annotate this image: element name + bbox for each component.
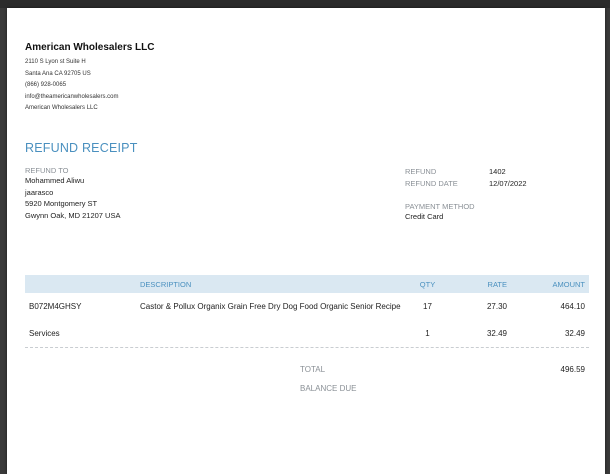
company-phone: (866) 928-0065 [25, 82, 67, 88]
line-items-table: DESCRIPTION QTY RATE AMOUNT B072M4GHSY C… [25, 275, 589, 348]
total-value: 496.59 [560, 365, 585, 374]
refund-meta: REFUND 1402 REFUND DATE 12/07/2022 [405, 166, 527, 189]
payment-method: Credit Card [405, 212, 444, 221]
customer-company: jaarasco [25, 187, 54, 197]
row-code: B072M4GHSY [29, 302, 82, 311]
company-address-line2: Santa Ana CA 92705 US [25, 70, 91, 77]
company-email: info@theamericanwholesalers.com [25, 93, 119, 100]
row-amount: 32.49 [564, 329, 585, 338]
company-address-line1: 2110 S Lyon st Suite H [25, 59, 86, 65]
table-row: B072M4GHSY Castor & Pollux Organix Grain… [25, 302, 589, 329]
receipt-page: American Wholesalers LLC 2110 S Lyon st … [7, 8, 605, 474]
viewer-top-bar [0, 0, 610, 8]
table-row: Services 1 32.49 32.49 [25, 329, 589, 347]
refund-number: 1402 [489, 167, 506, 176]
customer-street: 5920 Montgomery ST [25, 199, 98, 208]
refund-to-block: REFUND TO Mohammed Aliwu jaarasco 5920 M… [25, 166, 120, 221]
table-header: DESCRIPTION QTY RATE AMOUNT [25, 275, 589, 293]
total-row: TOTAL 496.59 [300, 365, 589, 384]
customer-name: Mohammed Aliwu [25, 176, 85, 185]
table-divider [25, 347, 589, 348]
refund-date-row: REFUND DATE 12/07/2022 [405, 178, 527, 190]
company-block: American Wholesalers LLC 2110 S Lyon st … [25, 42, 154, 115]
row-code: Services [29, 329, 60, 338]
balance-due-label: BALANCE DUE [300, 384, 357, 393]
row-rate: 32.49 [486, 329, 507, 338]
company-name: American Wholesalers LLC [25, 42, 155, 53]
refund-number-row: REFUND 1402 [405, 166, 527, 178]
row-qty: 1 [425, 329, 430, 338]
header-rate: RATE [487, 279, 507, 289]
refund-number-label: REFUND [405, 167, 437, 176]
company-name-footer: American Wholesalers LLC [25, 105, 98, 111]
receipt-title: REFUND RECEIPT [25, 141, 138, 155]
payment-method-block: PAYMENT METHOD Credit Card [405, 202, 475, 223]
header-description: DESCRIPTION [140, 279, 192, 289]
row-amount: 464.10 [560, 302, 585, 311]
balance-due-value [585, 384, 589, 403]
totals-block: TOTAL 496.59 BALANCE DUE [300, 365, 589, 403]
row-qty: 17 [423, 302, 432, 311]
customer-city-line: Gwynn Oak, MD 21207 USA [25, 210, 121, 220]
payment-method-label: PAYMENT METHOD [405, 202, 475, 211]
refund-date: 12/07/2022 [489, 178, 527, 188]
balance-due-row: BALANCE DUE [300, 384, 589, 403]
total-label: TOTAL [300, 365, 326, 374]
row-rate: 27.30 [486, 302, 507, 311]
refund-to-label: REFUND TO [25, 166, 69, 175]
header-qty: QTY [419, 279, 436, 289]
row-description: Castor & Pollux Organix Grain Free Dry D… [140, 302, 401, 311]
header-amount: AMOUNT [552, 279, 586, 289]
refund-date-label: REFUND DATE [405, 178, 458, 188]
